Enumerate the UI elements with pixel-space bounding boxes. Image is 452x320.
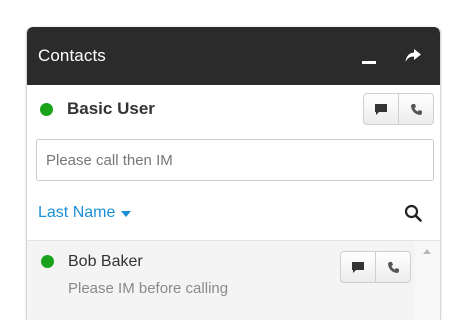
presence-available-icon xyxy=(40,102,53,116)
contacts-panel: Contacts Basic User Please call then IM … xyxy=(26,27,441,320)
user-action-buttons xyxy=(363,93,434,125)
current-user-row: Basic User xyxy=(27,85,440,133)
status-message-input[interactable] xyxy=(36,139,434,181)
minimize-button[interactable] xyxy=(356,43,382,69)
contact-text: Bob Baker Please IM before calling xyxy=(68,251,340,297)
panel-title: Contacts xyxy=(38,46,106,65)
caret-down-icon xyxy=(121,210,132,217)
sort-dropdown-label: Last Name xyxy=(38,203,116,221)
presence-available-icon xyxy=(41,255,54,268)
list-scrollbar[interactable] xyxy=(415,241,440,320)
minimize-icon xyxy=(362,60,376,64)
user-name: Basic User xyxy=(67,99,155,118)
phone-icon xyxy=(387,261,399,273)
contact-list: Bob Baker Please IM before calling xyxy=(27,241,440,320)
chat-button[interactable] xyxy=(364,94,398,124)
chat-icon xyxy=(352,261,364,273)
contact-chat-button[interactable] xyxy=(341,252,375,282)
sort-toolbar: Last Name xyxy=(27,185,440,241)
phone-icon xyxy=(410,103,422,115)
search-icon xyxy=(404,204,422,222)
call-button[interactable] xyxy=(398,94,433,124)
popout-button[interactable] xyxy=(400,43,426,69)
contact-action-buttons xyxy=(340,251,411,283)
contact-call-button[interactable] xyxy=(375,252,410,282)
chat-icon xyxy=(375,103,387,115)
list-item[interactable]: Bob Baker Please IM before calling xyxy=(27,241,415,320)
status-field-wrap xyxy=(27,133,440,185)
share-arrow-icon xyxy=(405,49,421,62)
contact-status: Please IM before calling xyxy=(68,280,229,297)
search-button[interactable] xyxy=(404,204,422,222)
panel-header: Contacts xyxy=(27,27,440,85)
contact-name: Bob Baker xyxy=(68,253,143,270)
sort-dropdown[interactable]: Last Name xyxy=(38,203,132,222)
scroll-up-arrow-icon[interactable] xyxy=(423,249,431,254)
